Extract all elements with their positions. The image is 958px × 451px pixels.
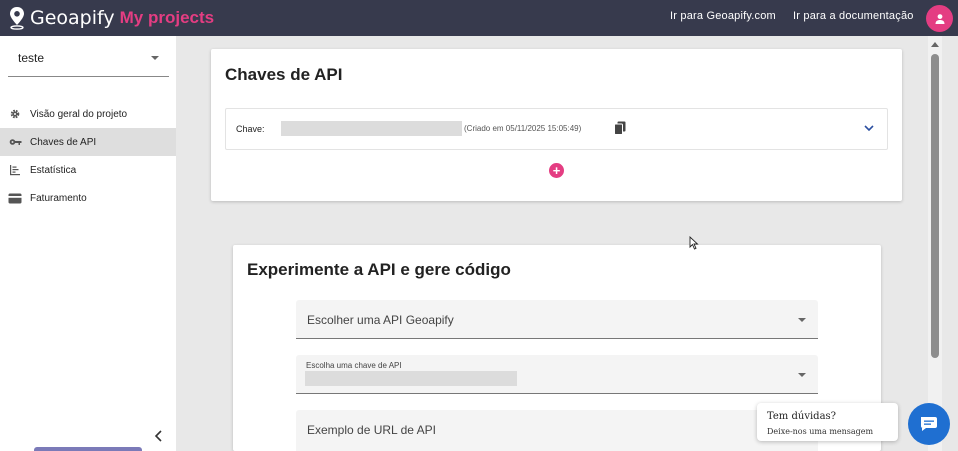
sidebar-item-overview[interactable]: Visão geral do projeto — [0, 100, 176, 128]
sidebar: teste Visão geral do projeto Chaves de A… — [0, 36, 176, 451]
chat-bubble[interactable]: Tem dúvidas? Deixe-nos uma mensagem — [757, 403, 898, 441]
chevron-down-icon — [798, 318, 806, 322]
api-url-field[interactable]: Exemplo de URL de API — [296, 410, 818, 451]
api-select-label: Escolher uma API Geoapify — [307, 313, 454, 327]
sidebar-item-billing[interactable]: Faturamento — [0, 184, 176, 212]
gear-icon — [8, 107, 22, 121]
api-keys-title: Chaves de API — [225, 65, 343, 84]
key-label: Chave: — [236, 124, 265, 134]
mouse-cursor-icon — [689, 236, 699, 250]
sidebar-item-label: Faturamento — [30, 192, 87, 204]
api-select[interactable]: Escolher uma API Geoapify — [296, 300, 818, 339]
sidebar-bottom-button[interactable] — [34, 447, 142, 451]
logo[interactable]: Geoapify My projects — [8, 6, 214, 30]
chat-subtitle: Deixe-nos uma mensagem — [767, 427, 874, 436]
key-select-label: Escolha uma chave de API — [306, 361, 402, 370]
scroll-up-icon[interactable] — [931, 42, 939, 47]
key-created-date: (Criado em 05/11/2025 15:05:49) — [464, 124, 582, 133]
project-select[interactable]: teste — [8, 47, 169, 77]
copy-icon[interactable] — [614, 121, 626, 135]
project-select-value: teste — [18, 51, 45, 65]
user-icon — [935, 13, 944, 24]
add-key-button[interactable]: + — [549, 163, 564, 178]
bar-list-icon — [8, 163, 22, 177]
link-documentation[interactable]: Ir para a documentação — [793, 10, 914, 22]
chat-icon — [921, 417, 937, 431]
key-value-masked — [281, 121, 462, 136]
chat-title: Tem dúvidas? — [767, 411, 837, 422]
playground-title: Experimente a API e gere código — [247, 260, 511, 279]
scroll-thumb[interactable] — [931, 54, 939, 358]
link-geoapify-site[interactable]: Ir para Geoapify.com — [670, 10, 776, 22]
chevron-left-icon[interactable] — [152, 428, 166, 444]
plus-icon: + — [552, 163, 561, 178]
key-select[interactable]: Escolha uma chave de API — [296, 355, 818, 394]
credit-card-icon — [8, 191, 22, 205]
sidebar-item-statistics[interactable]: Estatística — [0, 156, 176, 184]
chevron-down-icon[interactable] — [863, 123, 875, 133]
key-select-value-masked — [305, 371, 517, 386]
user-avatar[interactable] — [926, 5, 953, 32]
chat-button[interactable] — [908, 403, 950, 445]
top-bar: Geoapify My projects Ir para Geoapify.co… — [0, 0, 958, 36]
sidebar-item-api-keys[interactable]: Chaves de API — [0, 128, 176, 156]
api-key-row[interactable]: Chave: (Criado em 05/11/2025 15:05:49) — [225, 108, 888, 150]
key-icon — [8, 135, 22, 149]
chevron-down-icon — [151, 56, 159, 60]
main-scrollbar[interactable] — [928, 36, 942, 451]
brand-name: Geoapify — [30, 7, 115, 29]
sidebar-item-label: Visão geral do projeto — [30, 108, 128, 120]
api-url-label: Exemplo de URL de API — [307, 423, 436, 437]
section-title: My projects — [119, 8, 215, 27]
sidebar-item-label: Chaves de API — [30, 136, 97, 148]
map-pin-icon — [10, 7, 24, 30]
chevron-down-icon — [798, 373, 806, 377]
sidebar-item-label: Estatística — [30, 164, 77, 176]
